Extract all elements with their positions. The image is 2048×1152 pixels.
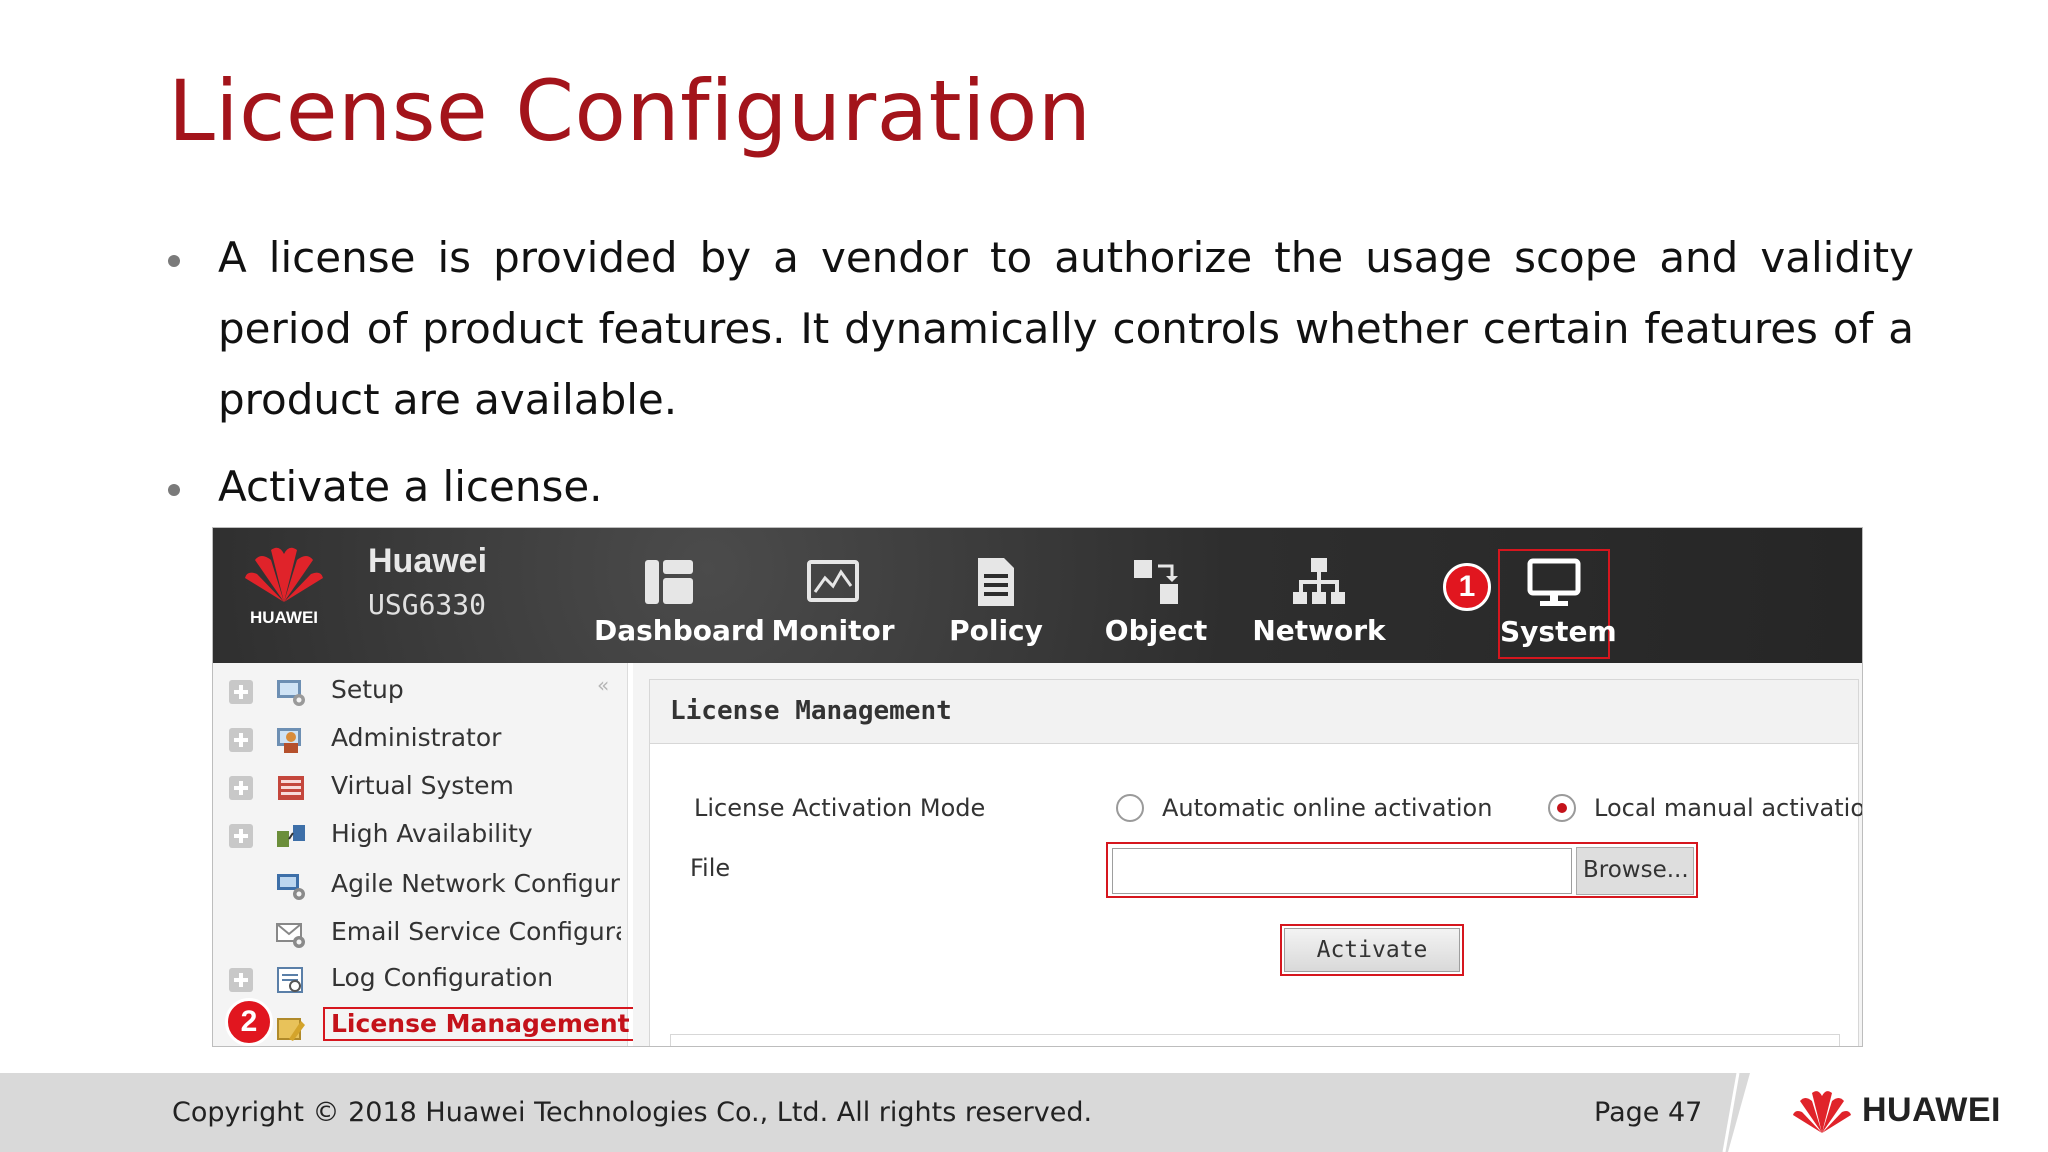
agile-network-icon bbox=[277, 874, 305, 900]
bullet-list: A license is provided by a vendor to aut… bbox=[168, 222, 1914, 522]
product-model: USG6330 bbox=[368, 588, 487, 621]
high-availability-icon bbox=[277, 825, 305, 847]
sidebar-item-label: Setup bbox=[331, 675, 404, 704]
network-icon bbox=[1293, 558, 1345, 604]
system-icon bbox=[1527, 558, 1581, 606]
browse-button[interactable]: Browse... bbox=[1576, 847, 1694, 895]
panel-divider bbox=[670, 1034, 1840, 1046]
log-configuration-icon bbox=[277, 967, 303, 993]
sidebar-item-license-management[interactable]: License Management bbox=[225, 1007, 638, 1046]
expand-icon[interactable] bbox=[229, 680, 253, 704]
slide-title: License Configuration bbox=[168, 62, 1092, 160]
object-icon bbox=[1134, 560, 1178, 604]
administrator-icon bbox=[277, 728, 301, 753]
nav-label: Network bbox=[1252, 614, 1386, 647]
virtual-system-icon bbox=[278, 776, 304, 800]
file-upload-group: Browse... bbox=[1106, 842, 1698, 898]
automatic-activation-label[interactable]: Automatic online activation bbox=[1162, 794, 1492, 822]
sidebar-item-label: Agile Network Configura bbox=[331, 869, 621, 898]
monitor-icon bbox=[807, 560, 859, 602]
panel-title: License Management bbox=[650, 680, 1858, 744]
local-activation-label[interactable]: Local manual activation bbox=[1594, 794, 1862, 822]
firewall-web-ui: HUAWEI Huawei USG6330 Dashboard Monitor bbox=[212, 527, 1863, 1047]
activation-mode-label: License Activation Mode bbox=[694, 794, 986, 822]
policy-icon bbox=[978, 558, 1014, 606]
file-label: File bbox=[690, 854, 731, 882]
dashboard-icon bbox=[645, 560, 693, 604]
sidebar-item-label: Virtual System bbox=[331, 771, 514, 800]
sidebar-item-label: License Management bbox=[323, 1007, 638, 1041]
nav-tab-network[interactable]: Network bbox=[1244, 528, 1394, 663]
license-management-panel: License Management License Activation Mo… bbox=[649, 679, 1862, 1046]
sidebar-item-administrator[interactable]: Administrator bbox=[225, 719, 625, 759]
expand-icon[interactable] bbox=[229, 728, 253, 752]
expand-icon[interactable] bbox=[229, 824, 253, 848]
step-badge-2: 2 bbox=[225, 998, 273, 1046]
nav-tab-policy[interactable]: Policy bbox=[921, 528, 1071, 663]
content-area: License Management License Activation Mo… bbox=[633, 663, 1862, 1046]
sidebar-item-setup[interactable]: Setup bbox=[225, 671, 625, 711]
bullet-text: Activate a license. bbox=[218, 462, 603, 511]
brand-wordmark: HUAWEI bbox=[250, 608, 318, 627]
nav-label: System bbox=[1500, 615, 1617, 648]
email-service-icon bbox=[276, 923, 305, 948]
footer-page-number: Page 47 bbox=[1594, 1097, 1703, 1128]
sidebar-item-virtual-system[interactable]: Virtual System bbox=[225, 767, 625, 807]
huawei-logo-icon bbox=[245, 547, 323, 602]
bullet-dot bbox=[168, 255, 180, 267]
nav-tab-system[interactable]: System bbox=[1498, 549, 1617, 659]
top-navigation-bar: HUAWEI Huawei USG6330 Dashboard Monitor bbox=[213, 528, 1862, 663]
nav-label: Monitor bbox=[771, 614, 895, 647]
sidebar-item-log-configuration[interactable]: Log Configuration bbox=[225, 959, 625, 999]
license-icon bbox=[277, 1018, 305, 1041]
bullet-text: A license is provided by a vendor to aut… bbox=[218, 233, 1914, 424]
footer-brand: HUAWEI bbox=[1862, 1091, 2001, 1129]
nav-tab-object[interactable]: Object bbox=[1081, 528, 1231, 663]
bullet-dot bbox=[168, 484, 180, 496]
nav-label: Object bbox=[1104, 614, 1208, 647]
sidebar-item-label: Log Configuration bbox=[331, 963, 554, 992]
sidebar-tree: « Setup Administrator Virtual System Hig… bbox=[213, 663, 638, 1046]
bullet-item: Activate a license. bbox=[168, 451, 1914, 522]
sidebar-item-email-service[interactable]: Email Service Configura bbox=[225, 913, 625, 953]
bullet-item: A license is provided by a vendor to aut… bbox=[168, 222, 1914, 435]
setup-icon bbox=[277, 680, 305, 706]
slide-footer: Copyright © 2018 Huawei Technologies Co.… bbox=[0, 1073, 2048, 1152]
activate-button[interactable]: Activate bbox=[1284, 928, 1460, 972]
sidebar-item-label: Email Service Configura bbox=[331, 917, 621, 946]
step-badge-1: 1 bbox=[1443, 563, 1491, 611]
activate-highlight: Activate bbox=[1280, 924, 1464, 976]
nav-tab-dashboard[interactable]: Dashboard bbox=[594, 528, 765, 663]
footer-copyright: Copyright © 2018 Huawei Technologies Co.… bbox=[172, 1097, 1093, 1128]
automatic-activation-radio[interactable] bbox=[1116, 794, 1144, 822]
sidebar-item-label: High Availability bbox=[331, 819, 533, 848]
sidebar-item-label: Administrator bbox=[331, 723, 502, 752]
nav-label: Policy bbox=[949, 614, 1043, 647]
huawei-footer-logo-icon bbox=[1793, 1091, 1851, 1133]
file-input[interactable] bbox=[1112, 848, 1572, 894]
sidebar-item-agile-network[interactable]: Agile Network Configura bbox=[225, 865, 625, 905]
nav-tab-monitor[interactable]: Monitor bbox=[758, 528, 908, 663]
nav-label: Dashboard bbox=[594, 614, 765, 647]
sidebar-item-high-availability[interactable]: High Availability bbox=[225, 815, 625, 855]
expand-icon[interactable] bbox=[229, 968, 253, 992]
expand-icon[interactable] bbox=[229, 776, 253, 800]
local-activation-radio[interactable] bbox=[1548, 794, 1576, 822]
product-name: Huawei bbox=[368, 542, 488, 580]
